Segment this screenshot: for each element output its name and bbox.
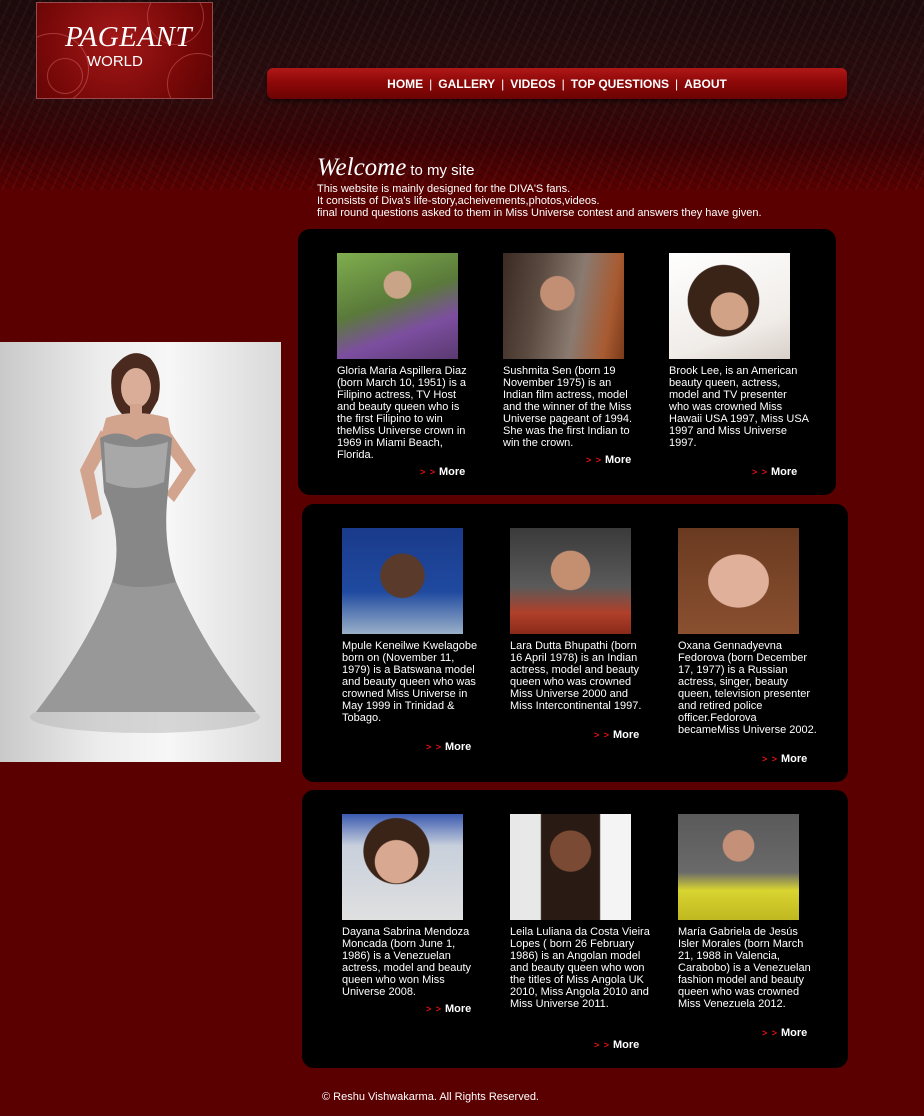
footer-copyright: © Reshu Vishwakarma. All Rights Reserved… xyxy=(322,1091,539,1103)
more-label: More xyxy=(439,466,466,478)
diva-photo[interactable] xyxy=(678,814,799,920)
nav-separator: | xyxy=(675,76,679,91)
diva-card: Oxana Gennadyevna Fedorova (born Decembe… xyxy=(678,528,818,736)
diva-description: Mpule Keneilwe Kwelagobe born on (Novemb… xyxy=(342,640,478,724)
arrow-icon: > > xyxy=(586,455,603,465)
logo-ring xyxy=(167,53,212,98)
diva-description: Brook Lee, is an American beauty queen, … xyxy=(669,365,809,449)
diva-photo[interactable] xyxy=(669,253,790,359)
more-label: More xyxy=(781,753,808,765)
diva-card: Dayana Sabrina Mendoza Moncada (born Jun… xyxy=(342,814,482,998)
nav-separator: | xyxy=(501,76,505,91)
welcome-title: Welcome xyxy=(317,154,407,181)
diva-card: Lara Dutta Bhupathi (born 16 April 1978)… xyxy=(510,528,650,712)
diva-card: María Gabriela de Jesús Isler Morales (b… xyxy=(678,814,818,1010)
diva-photo[interactable] xyxy=(510,528,631,634)
nav-gallery[interactable]: GALLERY xyxy=(438,77,495,91)
diva-description: Leila Luliana da Costa Vieira Lopes ( bo… xyxy=(510,926,650,1010)
arrow-icon: > > xyxy=(426,1004,443,1014)
logo-subtitle: WORLD xyxy=(87,53,143,70)
diva-photo[interactable] xyxy=(510,814,631,920)
more-label: More xyxy=(605,454,632,466)
nav-top-questions[interactable]: TOP QUESTIONS xyxy=(571,77,669,91)
diva-photo[interactable] xyxy=(342,528,463,634)
more-link[interactable]: > > More xyxy=(426,741,471,753)
main-nav: HOME | GALLERY | VIDEOS | TOP QUESTIONS … xyxy=(267,68,847,99)
more-label: More xyxy=(613,729,640,741)
diva-card: Gloria Maria Aspillera Diaz (born March … xyxy=(337,253,477,461)
more-link[interactable]: > > More xyxy=(420,466,465,478)
diva-description: Lara Dutta Bhupathi (born 16 April 1978)… xyxy=(510,640,642,712)
gown-photo xyxy=(0,342,281,762)
intro-line: This website is mainly designed for the … xyxy=(317,183,571,195)
intro-line: It consists of Diva's life-story,acheive… xyxy=(317,195,600,207)
arrow-icon: > > xyxy=(752,467,769,477)
arrow-icon: > > xyxy=(594,1040,611,1050)
diva-card: Leila Luliana da Costa Vieira Lopes ( bo… xyxy=(510,814,650,1010)
arrow-icon: > > xyxy=(420,467,437,477)
diva-photo[interactable] xyxy=(342,814,463,920)
nav-separator: | xyxy=(561,76,565,91)
nav-videos[interactable]: VIDEOS xyxy=(510,77,555,91)
logo-ring xyxy=(47,58,83,94)
more-link[interactable]: > > More xyxy=(426,1003,471,1015)
diva-description: Sushmita Sen (born 19 November 1975) is … xyxy=(503,365,633,449)
diva-description: Dayana Sabrina Mendoza Moncada (born Jun… xyxy=(342,926,472,998)
more-label: More xyxy=(613,1039,640,1051)
diva-description: Oxana Gennadyevna Fedorova (born Decembe… xyxy=(678,640,817,736)
intro-line: final round questions asked to them in M… xyxy=(317,207,762,219)
arrow-icon: > > xyxy=(426,742,443,752)
diva-description: Gloria Maria Aspillera Diaz (born March … xyxy=(337,365,467,461)
more-label: More xyxy=(771,466,798,478)
nav-home[interactable]: HOME xyxy=(387,77,423,91)
more-link[interactable]: > > More xyxy=(586,454,631,466)
diva-card: Mpule Keneilwe Kwelagobe born on (Novemb… xyxy=(342,528,482,724)
diva-photo[interactable] xyxy=(337,253,458,359)
intro-text: This website is mainly designed for the … xyxy=(317,183,762,219)
diva-card: Brook Lee, is an American beauty queen, … xyxy=(669,253,809,449)
more-link[interactable]: > > More xyxy=(762,1027,807,1039)
nav-about[interactable]: ABOUT xyxy=(684,77,727,91)
more-link[interactable]: > > More xyxy=(594,1039,639,1051)
welcome-heading: Welcome to my site xyxy=(317,146,475,183)
arrow-icon: > > xyxy=(762,754,779,764)
diva-card: Sushmita Sen (born 19 November 1975) is … xyxy=(503,253,643,449)
more-link[interactable]: > > More xyxy=(594,729,639,741)
more-link[interactable]: > > More xyxy=(752,466,797,478)
more-link[interactable]: > > More xyxy=(762,753,807,765)
arrow-icon: > > xyxy=(594,730,611,740)
nav-separator: | xyxy=(429,76,433,91)
more-label: More xyxy=(445,1003,472,1015)
more-label: More xyxy=(445,741,472,753)
arrow-icon: > > xyxy=(762,1028,779,1038)
logo-title: PAGEANT xyxy=(65,21,193,53)
welcome-subtitle: to my site xyxy=(410,162,475,179)
diva-photo[interactable] xyxy=(503,253,624,359)
more-label: More xyxy=(781,1027,808,1039)
site-logo[interactable]: PAGEANT WORLD xyxy=(36,2,213,99)
diva-description: María Gabriela de Jesús Isler Morales (b… xyxy=(678,926,811,1010)
diva-photo[interactable] xyxy=(678,528,799,634)
